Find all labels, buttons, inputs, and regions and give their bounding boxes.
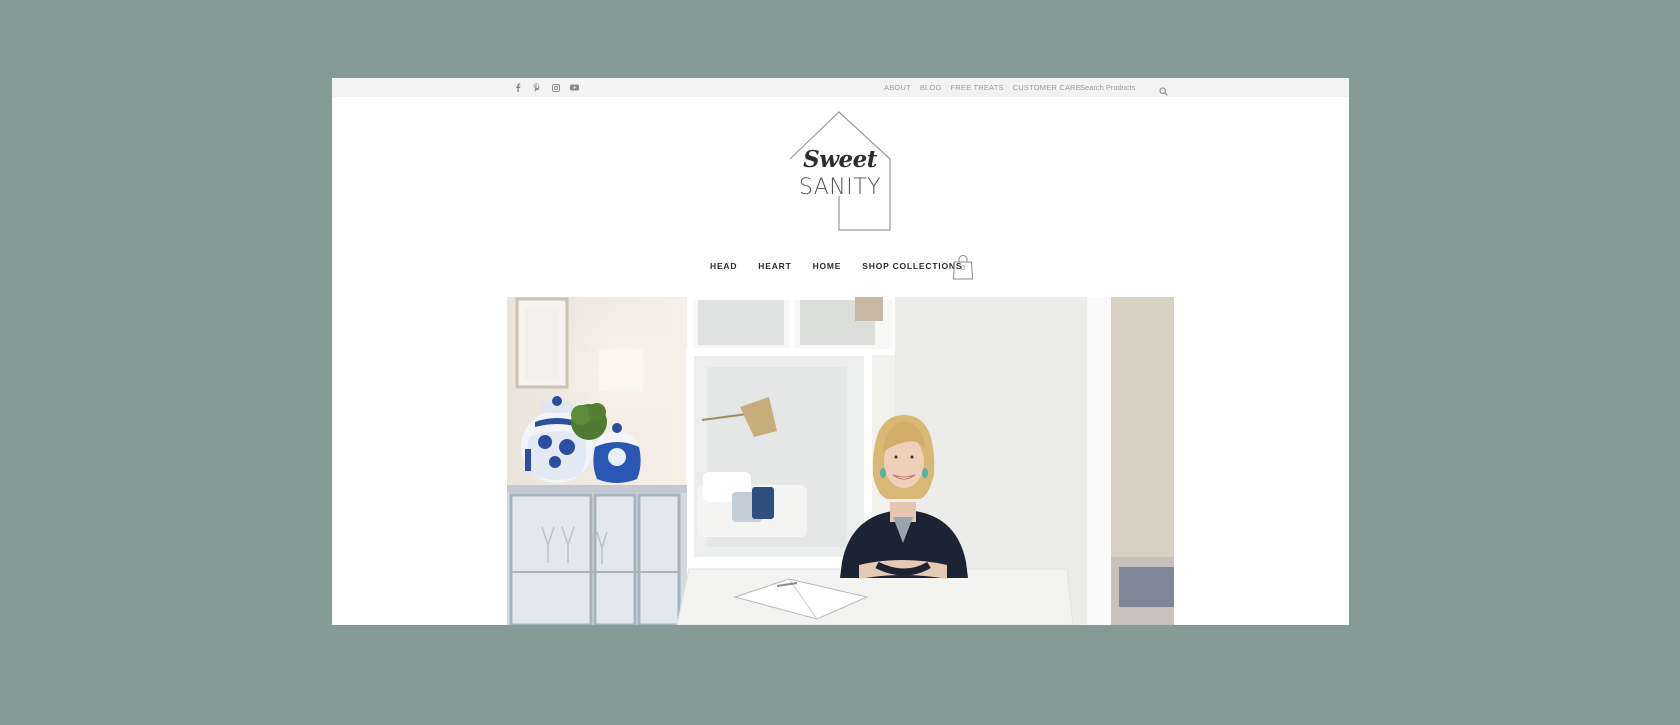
- nav-heart[interactable]: HEART: [758, 261, 791, 271]
- logo-sweet-text: Sweet: [803, 146, 877, 173]
- pinterest-icon[interactable]: [531, 82, 542, 93]
- nav-home[interactable]: HOME: [813, 261, 842, 271]
- social-links: [512, 82, 580, 93]
- top-bar: ABOUT BLOG FREE TREATS CUSTOMER CARE: [332, 78, 1349, 97]
- browser-page: ABOUT BLOG FREE TREATS CUSTOMER CARE Swe…: [332, 78, 1349, 625]
- nav-shop-collections[interactable]: SHOP COLLECTIONS: [862, 261, 962, 271]
- blog-link[interactable]: BLOG: [920, 83, 942, 92]
- house-outline-icon: [789, 111, 891, 231]
- logo-sanity-text: SANITY: [798, 175, 882, 200]
- instagram-icon[interactable]: [550, 82, 561, 93]
- search-icon[interactable]: [1159, 83, 1168, 101]
- customer-care-link[interactable]: CUSTOMER CARE: [1013, 83, 1081, 92]
- free-treats-link[interactable]: FREE TREATS: [951, 83, 1004, 92]
- about-link[interactable]: ABOUT: [884, 83, 911, 92]
- main-nav: HEAD HEART HOME SHOP COLLECTIONS: [710, 261, 962, 271]
- cart-count: 0: [961, 265, 965, 272]
- youtube-icon[interactable]: [569, 82, 580, 93]
- nav-head[interactable]: HEAD: [710, 261, 737, 271]
- hero-image: [507, 297, 1174, 625]
- top-links: ABOUT BLOG FREE TREATS CUSTOMER CARE: [884, 83, 1081, 92]
- facebook-icon[interactable]: [512, 82, 523, 93]
- search-input[interactable]: [1080, 83, 1156, 92]
- site-logo[interactable]: Sweet SANITY: [788, 111, 892, 235]
- cart-button[interactable]: 0: [952, 254, 974, 280]
- hero-photo-illustration: [507, 297, 1174, 625]
- search-box: [1080, 81, 1168, 96]
